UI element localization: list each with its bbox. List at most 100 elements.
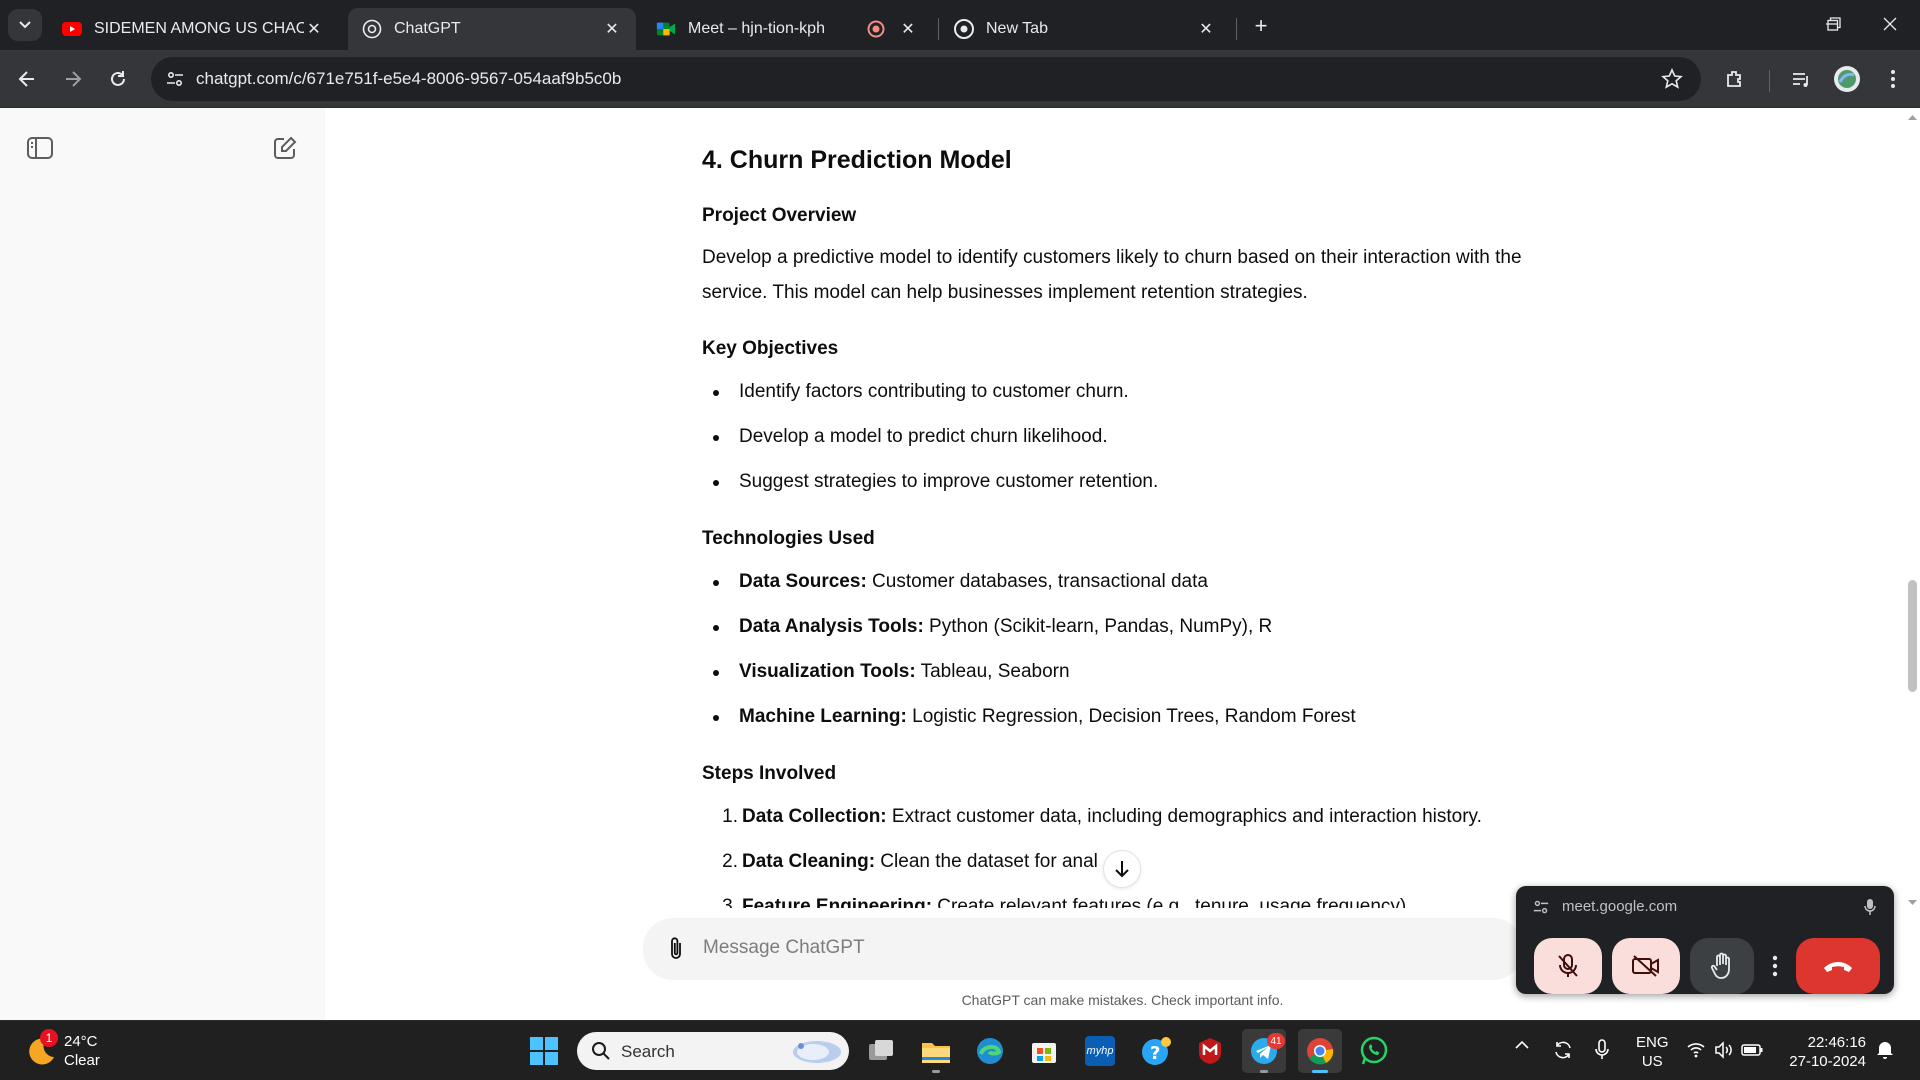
tab-meet[interactable]: Meet – hjn-tion-kph ✕: [642, 8, 932, 50]
mcafee-shield-icon: [1199, 1038, 1221, 1064]
running-indicator: [1260, 1070, 1268, 1073]
whatsapp-icon: [1360, 1036, 1388, 1065]
article-heading: 4. Churn Prediction Model: [702, 146, 1012, 174]
telegram-button[interactable]: 41: [1242, 1029, 1286, 1073]
leave-call-button[interactable]: [1796, 938, 1880, 994]
windows-taskbar: 1 24°C Clear Search myhp ? 41 ENG US 22:…: [0, 1020, 1920, 1080]
help-button[interactable]: ?: [1134, 1029, 1178, 1073]
store-button[interactable]: [1022, 1029, 1066, 1073]
extensions-button[interactable]: [1718, 62, 1752, 96]
more-options-button[interactable]: [1762, 938, 1788, 994]
tech-heading: Technologies Used: [702, 528, 875, 549]
overview-line-1: Develop a predictive model to identify c…: [702, 247, 1522, 268]
edge-button[interactable]: [968, 1029, 1012, 1073]
close-icon[interactable]: ✕: [304, 19, 324, 39]
tab-separator: [938, 18, 939, 40]
list-item: Data Analysis Tools: Python (Scikit-lear…: [712, 613, 1272, 641]
close-icon[interactable]: ✕: [602, 19, 622, 39]
media-queue-icon: [1793, 73, 1808, 87]
chrome-button[interactable]: [1298, 1029, 1342, 1073]
sync-button[interactable]: [1552, 1039, 1574, 1065]
clock-time: 22:46:16: [1807, 1034, 1866, 1051]
microphone-tray-button[interactable]: [1594, 1039, 1610, 1065]
folder-icon: [922, 1043, 950, 1063]
file-explorer-button[interactable]: [914, 1029, 958, 1073]
myhp-icon: myhp: [1085, 1036, 1115, 1066]
profile-avatar[interactable]: [1830, 62, 1864, 96]
show-hidden-icons-button[interactable]: [1514, 1037, 1530, 1054]
bookmark-star-icon[interactable]: [1661, 68, 1683, 95]
meet-pip-window[interactable]: meet.google.com: [1516, 886, 1894, 994]
tab-chatgpt[interactable]: ChatGPT ✕: [348, 8, 636, 50]
edit-icon: [274, 136, 297, 159]
chrome-icon: [1307, 1038, 1334, 1065]
clock-date: 27-10-2024: [1789, 1053, 1866, 1070]
message-input[interactable]: Message ChatGPT: [703, 937, 865, 959]
quick-settings-button[interactable]: [1686, 1040, 1766, 1064]
page-scrollbar[interactable]: [1905, 108, 1920, 1020]
mic-indicator-icon: [1864, 898, 1876, 921]
steps-heading: Steps Involved: [702, 763, 837, 784]
tab-new-tab[interactable]: New Tab ✕: [940, 8, 1230, 50]
scroll-to-bottom-button[interactable]: [1103, 850, 1141, 888]
message-composer[interactable]: Message ChatGPT: [643, 918, 1523, 980]
notifications-button[interactable]: [1876, 1039, 1894, 1063]
chat-sidebar: [0, 108, 325, 1020]
reload-icon: [111, 71, 125, 86]
attach-button[interactable]: [661, 934, 691, 964]
clock[interactable]: 22:46:16 27-10-2024: [1776, 1033, 1866, 1071]
media-controls-button[interactable]: [1784, 62, 1818, 96]
weather-widget[interactable]: 1 24°C Clear: [20, 1029, 160, 1071]
site-info-icon[interactable]: [1532, 898, 1550, 921]
site-info-icon[interactable]: [165, 69, 185, 94]
more-vertical-icon: [1772, 955, 1778, 977]
tab-search-button[interactable]: [8, 9, 42, 41]
address-bar[interactable]: chatgpt.com/c/671e751f-e5e4-8006-9567-05…: [151, 57, 1701, 101]
notification-badge: 1: [40, 1029, 58, 1047]
mcafee-button[interactable]: [1188, 1029, 1232, 1073]
notification-badge: 41: [1267, 1033, 1285, 1049]
restore-button[interactable]: [1808, 8, 1860, 40]
raise-hand-button[interactable]: [1690, 938, 1754, 994]
meet-url: meet.google.com: [1562, 898, 1678, 915]
clipped-previous-text: [702, 108, 822, 114]
list-item: Machine Learning: Logistic Regression, D…: [713, 703, 1356, 731]
list-item: Identify factors contributing to custome…: [713, 378, 1129, 406]
toggle-sidebar-button[interactable]: [20, 128, 60, 168]
running-indicator: [932, 1070, 940, 1073]
start-button[interactable]: [522, 1029, 566, 1073]
new-tab-button[interactable]: +: [1245, 10, 1277, 42]
whatsapp-button[interactable]: [1352, 1029, 1396, 1073]
toolbar-separator: [1769, 70, 1770, 92]
new-chat-button[interactable]: [265, 128, 305, 168]
task-view-button[interactable]: [860, 1029, 904, 1073]
paperclip-icon: [671, 937, 681, 959]
back-button[interactable]: [10, 62, 44, 96]
reload-button[interactable]: [101, 62, 135, 96]
weather-temp: 24°C: [64, 1033, 98, 1050]
scroll-down-icon[interactable]: [1908, 900, 1917, 906]
url-text[interactable]: chatgpt.com/c/671e751f-e5e4-8006-9567-05…: [196, 69, 621, 89]
scrollbar-thumb[interactable]: [1908, 580, 1917, 692]
list-item: Data Sources: Customer databases, transa…: [713, 568, 1208, 596]
overview-line-2: service. This model can help businesses …: [702, 282, 1308, 303]
mute-mic-button[interactable]: [1534, 938, 1602, 994]
tab-youtube[interactable]: SIDEMEN AMONG US CHAOS M ✕: [48, 8, 338, 50]
myhp-button[interactable]: myhp: [1078, 1029, 1122, 1073]
hand-icon: [1710, 952, 1730, 979]
tab-title: New Tab: [986, 20, 1048, 37]
objectives-heading: Key Objectives: [702, 338, 839, 359]
browser-menu-button[interactable]: [1876, 62, 1910, 96]
forward-button[interactable]: [56, 62, 90, 96]
close-icon[interactable]: ✕: [898, 19, 918, 39]
taskbar-search[interactable]: Search: [577, 1032, 849, 1070]
input-language-button[interactable]: ENG US: [1636, 1033, 1669, 1071]
list-number: 2.: [722, 851, 738, 872]
camera-off-icon: [1632, 955, 1659, 977]
camera-toggle-button[interactable]: [1612, 938, 1680, 994]
scroll-up-icon[interactable]: [1908, 114, 1917, 120]
close-icon: [1883, 17, 1897, 31]
close-window-button[interactable]: [1864, 8, 1916, 40]
close-icon[interactable]: ✕: [1196, 19, 1216, 39]
chatgpt-icon: [362, 19, 382, 39]
